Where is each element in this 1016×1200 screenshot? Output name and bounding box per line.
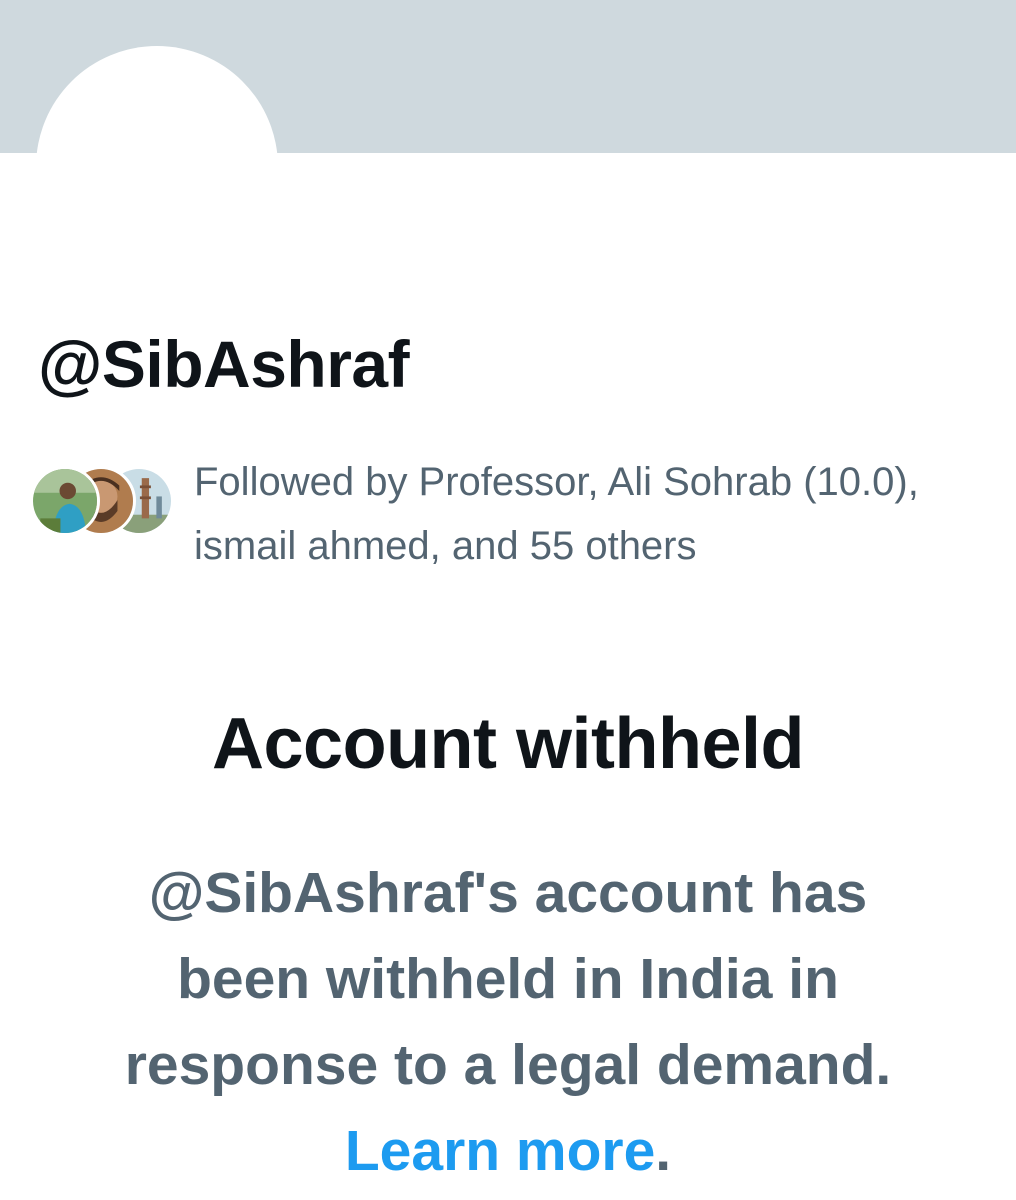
avatar-placeholder	[47, 57, 267, 277]
withheld-message-text: @SibAshraf's account has been withheld i…	[124, 861, 892, 1097]
follower-avatar-1	[30, 466, 100, 536]
learn-more-link[interactable]: Learn more	[345, 1119, 655, 1183]
withheld-message-period: .	[655, 1119, 672, 1183]
followers-you-know[interactable]: Followed by Professor, Ali Sohrab (10.0)…	[30, 450, 990, 568]
followed-by-text[interactable]: Followed by Professor, Ali Sohrab (10.0)…	[194, 450, 984, 578]
withheld-message: @SibAshraf's account has been withheld i…	[88, 850, 928, 1194]
profile-handle: @SibAshraf	[38, 327, 410, 401]
withheld-title: Account withheld	[212, 704, 804, 784]
follower-photo-1	[33, 469, 97, 533]
profile-avatar[interactable]	[36, 46, 278, 288]
